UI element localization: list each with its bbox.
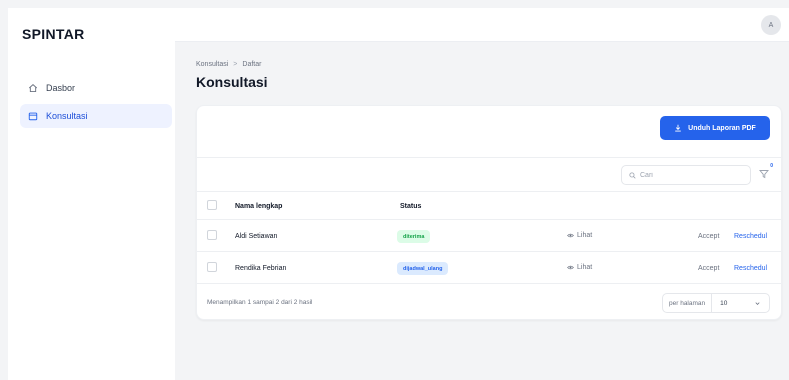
divider — [197, 219, 781, 220]
consultation-table-card: Unduh Laporan PDF 0 Nama lengkap Status … — [196, 105, 782, 320]
filter-count-badge: 0 — [770, 163, 773, 169]
divider — [197, 191, 781, 192]
accept-button[interactable]: Accept — [698, 265, 719, 272]
divider — [197, 157, 781, 158]
breadcrumb: Konsultasi > Daftar — [196, 61, 261, 68]
column-header-status[interactable]: Status — [400, 203, 421, 210]
sidebar-item-label: Konsultasi — [46, 111, 88, 121]
reschedule-button[interactable]: Reschedul — [734, 265, 767, 272]
sidebar-item-konsultasi[interactable]: Konsultasi — [20, 104, 172, 128]
breadcrumb-parent[interactable]: Konsultasi — [196, 61, 228, 68]
view-action[interactable]: Lihat — [567, 264, 592, 271]
status-badge: diterima — [397, 230, 431, 243]
select-all-checkbox[interactable] — [207, 200, 217, 210]
filter-icon[interactable] — [759, 169, 769, 179]
per-page-label: per halaman — [663, 294, 713, 312]
search-input[interactable] — [640, 171, 740, 179]
view-label: Lihat — [577, 232, 593, 239]
sidebar: SPINTAR Dasbor Konsultasi — [8, 8, 175, 380]
column-header-name[interactable]: Nama lengkap — [235, 203, 282, 210]
breadcrumb-current: Daftar — [242, 61, 262, 68]
download-pdf-button[interactable]: Unduh Laporan PDF — [660, 116, 770, 140]
view-action[interactable]: Lihat — [567, 232, 592, 239]
breadcrumb-separator: > — [233, 61, 238, 68]
status-badge: dijadwal_ulang — [397, 262, 449, 275]
download-icon — [675, 124, 681, 132]
pagination-summary: Menampilkan 1 sampai 2 dari 2 hasil — [207, 299, 313, 306]
row-checkbox[interactable] — [207, 230, 217, 240]
avatar[interactable]: A — [761, 15, 781, 35]
search-icon — [629, 171, 636, 179]
divider — [197, 251, 781, 252]
chevron-down-icon — [755, 301, 760, 305]
accept-button[interactable]: Accept — [698, 233, 719, 240]
table-cell-name: Rendika Febrian — [235, 265, 287, 272]
divider — [197, 283, 781, 284]
download-pdf-label: Unduh Laporan PDF — [688, 124, 756, 132]
calendar-icon — [28, 112, 38, 121]
per-page-select[interactable]: per halaman 10 — [662, 293, 770, 313]
per-page-value: 10 — [720, 299, 728, 307]
sidebar-item-dasbor[interactable]: Dasbor — [20, 76, 172, 100]
view-label: Lihat — [577, 264, 593, 271]
eye-icon — [567, 265, 574, 270]
table-cell-name: Aldi Setiawan — [235, 233, 278, 240]
row-checkbox[interactable] — [207, 262, 217, 272]
search-field[interactable] — [621, 165, 751, 185]
sidebar-item-label: Dasbor — [46, 83, 76, 93]
eye-icon — [567, 233, 574, 238]
brand-logo[interactable]: SPINTAR — [22, 26, 85, 42]
home-icon — [28, 84, 38, 93]
page-title: Konsultasi — [196, 74, 268, 90]
reschedule-button[interactable]: Reschedul — [734, 233, 767, 240]
topbar: A — [175, 8, 789, 42]
